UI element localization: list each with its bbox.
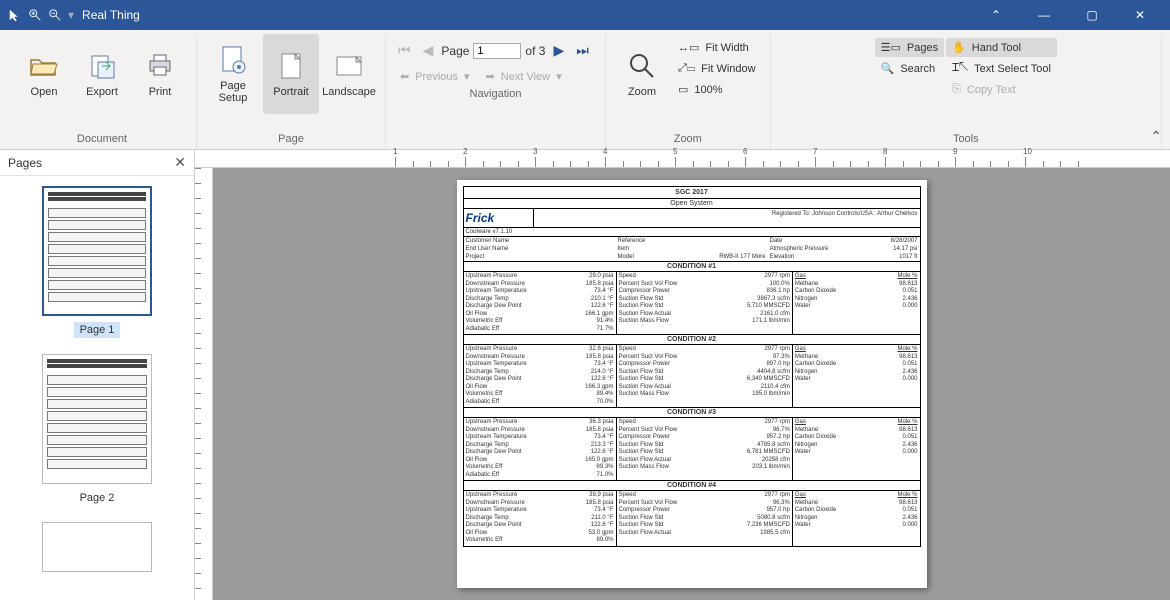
ribbon-collapse-button[interactable]: ⌃ xyxy=(1150,128,1162,145)
pages-icon: ☰▭ xyxy=(881,41,901,54)
pages-panel: Pages ✕ Page 1 Page 2 xyxy=(0,150,195,600)
group-label-document: Document xyxy=(77,131,127,149)
portrait-icon xyxy=(275,50,307,82)
group-document: Open Export Print Document xyxy=(8,34,197,149)
thumbnail-page-2[interactable] xyxy=(42,354,152,484)
titlebar: ▾ Real Thing ⌃ — ▢ ✕ xyxy=(0,0,1170,30)
close-icon[interactable]: ✕ xyxy=(174,154,186,171)
previous-view-button[interactable]: ⬅ Previous ▾ xyxy=(394,67,476,86)
last-page-button[interactable]: ⏭ xyxy=(572,40,593,61)
magnifier-icon xyxy=(626,50,658,82)
pointer-icon[interactable] xyxy=(8,8,22,22)
copy-icon: ⎘ xyxy=(952,83,961,96)
thumbnail-list[interactable]: Page 1 Page 2 xyxy=(0,176,194,600)
printer-icon xyxy=(144,50,176,82)
text-select-tool-button[interactable]: Ꮖ↖Text Select Tool xyxy=(946,59,1057,78)
fit-width-icon: ↔▭ xyxy=(678,41,699,54)
prev-page-button[interactable]: ◀ xyxy=(419,40,438,61)
fit-window-icon: ⤢▭ xyxy=(678,62,695,75)
zoom-out-icon[interactable] xyxy=(48,8,62,22)
ruler-vertical xyxy=(195,168,213,600)
ribbon-minimize-button[interactable]: ⌃ xyxy=(974,0,1018,30)
document-viewer: 12345678910 SGC 2017Open SystemFrickRegi… xyxy=(195,150,1170,600)
group-label-navigation: Navigation xyxy=(470,86,522,104)
window-title: Real Thing xyxy=(82,8,974,22)
text-select-icon: Ꮖ↖ xyxy=(952,62,968,75)
page-setup-icon xyxy=(217,44,249,76)
landscape-icon xyxy=(333,50,365,82)
zoom-button[interactable]: Zoom xyxy=(614,34,670,114)
group-navigation: ⏮ ◀ Page of 3 ▶ ⏭ ⬅ Previous ▾ ➡ Next Vi… xyxy=(386,34,606,149)
page-icon: ▭ xyxy=(678,83,688,96)
thumbnail-page-3[interactable] xyxy=(42,522,152,572)
page-total: of 3 xyxy=(525,44,545,58)
page-label: Page xyxy=(441,44,469,58)
print-button[interactable]: Print xyxy=(132,34,188,114)
group-zoom: Zoom ↔▭Fit Width ⤢▭Fit Window ▭100% Zoom xyxy=(606,34,771,149)
search-icon: 🔍 xyxy=(881,62,895,75)
group-label-zoom: Zoom xyxy=(674,131,702,149)
next-page-button[interactable]: ▶ xyxy=(549,40,568,61)
folder-open-icon xyxy=(28,50,60,82)
first-page-button[interactable]: ⏮ xyxy=(394,40,415,61)
ribbon: Open Export Print Document Page Setup Po… xyxy=(0,30,1170,150)
pages-panel-title: Pages xyxy=(8,156,42,170)
next-view-button[interactable]: ➡ Next View ▾ xyxy=(480,67,568,86)
export-button[interactable]: Export xyxy=(74,34,130,114)
zoom-in-icon[interactable] xyxy=(28,8,42,22)
open-button[interactable]: Open xyxy=(16,34,72,114)
group-tools: ☰▭Pages 🔍Search ✋Hand Tool Ꮖ↖Text Select… xyxy=(771,34,1162,149)
fit-width-button[interactable]: ↔▭Fit Width xyxy=(672,38,762,57)
zoom-100-button[interactable]: ▭100% xyxy=(672,80,762,99)
minimize-button[interactable]: — xyxy=(1022,0,1066,30)
previous-icon: ⬅ xyxy=(400,70,409,83)
page-number-input[interactable] xyxy=(473,43,521,59)
hand-tool-button[interactable]: ✋Hand Tool xyxy=(946,38,1057,57)
landscape-button[interactable]: Landscape xyxy=(321,34,377,114)
close-button[interactable]: ✕ xyxy=(1118,0,1162,30)
portrait-button[interactable]: Portrait xyxy=(263,34,319,114)
fit-window-button[interactable]: ⤢▭Fit Window xyxy=(672,59,762,78)
document-page: SGC 2017Open SystemFrickRegistered To: J… xyxy=(457,180,927,588)
copy-text-button[interactable]: ⎘Copy Text xyxy=(946,80,1057,99)
qat-separator: ▾ xyxy=(68,8,74,22)
quick-access: ▾ xyxy=(8,8,74,22)
thumbnail-page-1[interactable] xyxy=(42,186,152,316)
thumbnail-label-1: Page 1 xyxy=(74,322,121,338)
group-label-page: Page xyxy=(278,131,304,149)
pages-panel-toggle[interactable]: ☰▭Pages xyxy=(875,38,944,57)
hand-icon: ✋ xyxy=(952,41,966,54)
search-button[interactable]: 🔍Search xyxy=(875,59,944,78)
next-icon: ➡ xyxy=(486,70,495,83)
page-setup-button[interactable]: Page Setup xyxy=(205,34,261,114)
ruler-horizontal: 12345678910 xyxy=(195,150,1170,168)
group-page: Page Setup Portrait Landscape Page xyxy=(197,34,386,149)
thumbnail-label-2: Page 2 xyxy=(74,490,121,506)
maximize-button[interactable]: ▢ xyxy=(1070,0,1114,30)
page-canvas[interactable]: SGC 2017Open SystemFrickRegistered To: J… xyxy=(213,168,1170,600)
export-icon xyxy=(86,50,118,82)
